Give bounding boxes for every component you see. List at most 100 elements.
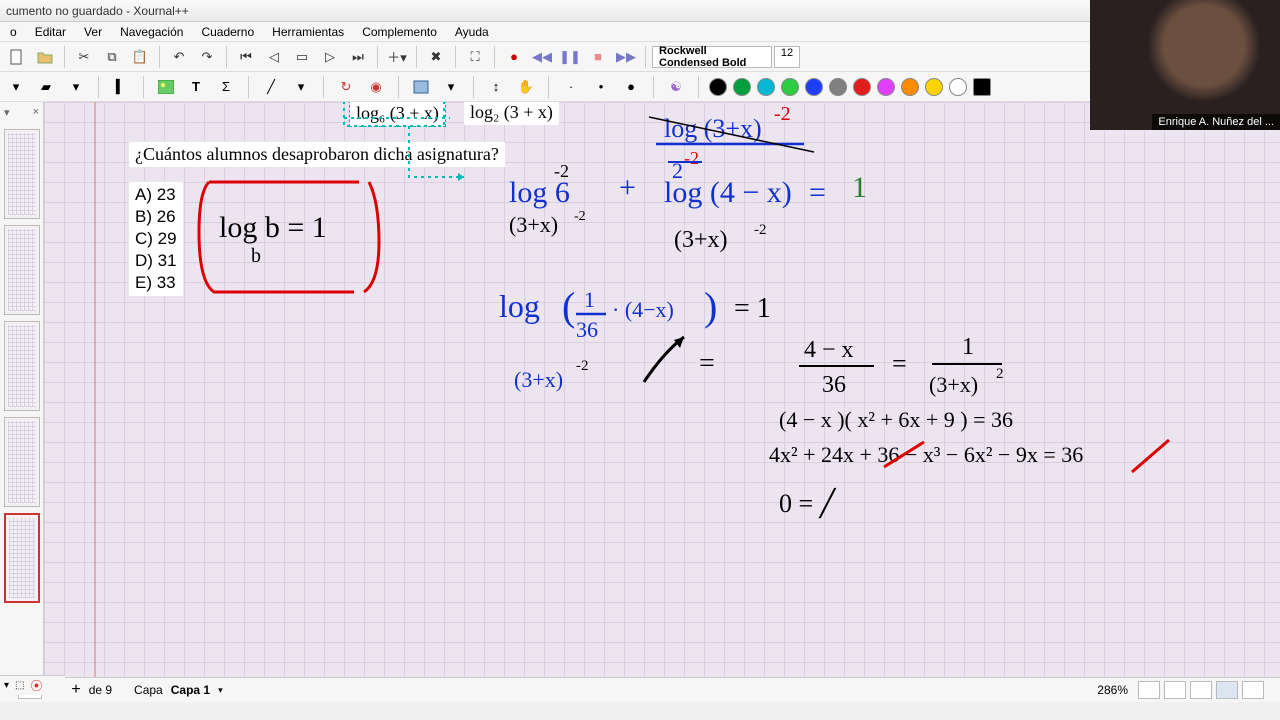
image-button[interactable] [154,76,178,98]
sidebar-btn2-icon[interactable]: ⬚ [15,680,24,691]
page-thumbnail-4[interactable] [4,417,40,507]
toolbar-tools: ▾ ▰ ▾ ▍ T Σ ╱ ▾ ↻ ◉ ▾ ↕ ✋ · • ● ☯ [0,72,1280,102]
stop-button[interactable]: ■ [585,45,611,69]
color-magenta[interactable] [877,78,895,96]
font-size-box[interactable]: 12 [774,46,800,68]
rewind-button[interactable]: ◀◀ [529,45,555,69]
first-page-button[interactable]: ⏮ [233,45,259,69]
shape-redo-button[interactable]: ↻ [334,76,358,98]
ruler-button[interactable]: ╱ [259,76,283,98]
cut-button[interactable]: ✂ [71,45,97,69]
statusbar: − + de 9 Capa Capa 1 ▾ 286% [0,677,1280,702]
question-text: ¿Cuántos alumnos desaprobaron dicha asig… [129,142,505,167]
menu-file[interactable]: o [2,23,25,41]
canvas-grid [44,102,1280,677]
option-d: D) 31 [135,250,177,272]
sidebar-dropdown[interactable]: ▾ [4,106,10,119]
page-thumbnail-1[interactable] [4,129,40,219]
shape-recognize-button[interactable]: ◉ [364,76,388,98]
redo-button[interactable]: ↷ [194,45,220,69]
math-button[interactable]: Σ [214,76,238,98]
color-lime[interactable] [781,78,799,96]
webcam-overlay: Enrique A. Nuñez del ... [1090,0,1280,130]
hand-button[interactable]: ✋ [514,76,538,98]
layer-label: Capa [134,683,163,697]
zoom-level: 286% [1097,683,1128,697]
canvas[interactable]: log₆ (3 + x) log₂ (3 + x) ¿Cuántos alumn… [44,102,1280,677]
thick-line-button[interactable]: ● [619,76,643,98]
option-a: A) 23 [135,184,177,206]
vertical-space-button[interactable]: ↕ [484,76,508,98]
view-single-button[interactable] [1138,681,1160,699]
fullscreen-button[interactable]: ⛶ [462,45,488,69]
open-button[interactable] [32,45,58,69]
copy-button[interactable]: ⧉ [99,45,125,69]
color-black-square[interactable] [973,78,991,96]
medium-line-button[interactable]: • [589,76,613,98]
eraser-dropdown[interactable]: ▾ [64,76,88,98]
font-name-box[interactable]: Rockwell Condensed Bold [652,46,772,68]
menu-edit[interactable]: Editar [27,23,74,41]
text-button[interactable]: T [184,76,208,98]
menu-view[interactable]: Ver [76,23,110,41]
next-page-button[interactable]: ▷ [317,45,343,69]
sidebar-panel: ▾ × [0,102,44,677]
thin-line-button[interactable]: · [559,76,583,98]
pen-dropdown[interactable]: ▾ [4,76,28,98]
toolbar-main: ✂ ⧉ 📋 ↶ ↷ ⏮ ◁ ▭ ▷ ⏭ ＋▾ ✖ ⛶ ● ◀◀ ❚❚ ■ ▶▶ … [0,42,1280,72]
color-green[interactable] [733,78,751,96]
delete-page-button[interactable]: ✖ [423,45,449,69]
forward-button[interactable]: ▶▶ [613,45,639,69]
color-red[interactable] [853,78,871,96]
option-c: C) 29 [135,228,177,250]
page-of-label: de 9 [89,683,112,697]
sidebar-close[interactable]: × [33,106,39,119]
pause-button[interactable]: ❚❚ [557,45,583,69]
layer-name[interactable]: Capa 1 [171,683,210,697]
paste-button[interactable]: 📋 [127,45,153,69]
answer-options: A) 23 B) 26 C) 29 D) 31 E) 33 [129,182,183,296]
select-rect-button[interactable] [409,76,433,98]
record-button[interactable]: ● [501,45,527,69]
color-yellow[interactable] [925,78,943,96]
annotated-button[interactable]: ▭ [289,45,315,69]
view-continuous-button[interactable] [1164,681,1186,699]
menu-tools[interactable]: Herramientas [264,23,352,41]
ruler-dropdown[interactable]: ▾ [289,76,313,98]
color-blue[interactable] [805,78,823,96]
page-thumbnail-2[interactable] [4,225,40,315]
view-grid-button[interactable] [1242,681,1264,699]
highlighter-button[interactable]: ▍ [109,76,133,98]
page-increment-button[interactable]: + [67,681,84,699]
page-thumbnail-5[interactable] [4,513,40,603]
select-dropdown[interactable]: ▾ [439,76,463,98]
layer-dropdown-icon[interactable]: ▾ [218,685,223,696]
option-e: E) 33 [135,272,177,294]
formula-log2: log₂ (3 + x) [464,102,559,125]
new-button[interactable] [4,45,30,69]
margin-line [94,102,96,677]
sidebar-btn3-icon[interactable]: ⦿ [30,677,42,694]
view-buttons [1138,681,1264,699]
last-page-button[interactable]: ⏭ [345,45,371,69]
purple-tool-button[interactable]: ☯ [664,76,688,98]
color-white[interactable] [949,78,967,96]
menu-help[interactable]: Ayuda [447,23,497,41]
color-gray[interactable] [829,78,847,96]
undo-button[interactable]: ↶ [166,45,192,69]
color-orange[interactable] [901,78,919,96]
menubar: o Editar Ver Navegación Cuaderno Herrami… [0,22,1280,42]
sidebar-btn1-icon[interactable]: ▾ [4,680,9,691]
menu-navigation[interactable]: Navegación [112,23,191,41]
view-fit-button[interactable] [1190,681,1212,699]
menu-notebook[interactable]: Cuaderno [193,23,262,41]
color-cyan[interactable] [757,78,775,96]
insert-page-button[interactable]: ＋▾ [384,45,410,69]
color-black[interactable] [709,78,727,96]
eraser-button[interactable]: ▰ [34,76,58,98]
prev-page-button[interactable]: ◁ [261,45,287,69]
page-thumbnail-3[interactable] [4,321,40,411]
view-width-button[interactable] [1216,681,1238,699]
menu-plugin[interactable]: Complemento [354,23,445,41]
main-area: ▾ × log₆ (3 + x) log₂ (3 + x) ¿Cuántos a… [0,102,1280,677]
